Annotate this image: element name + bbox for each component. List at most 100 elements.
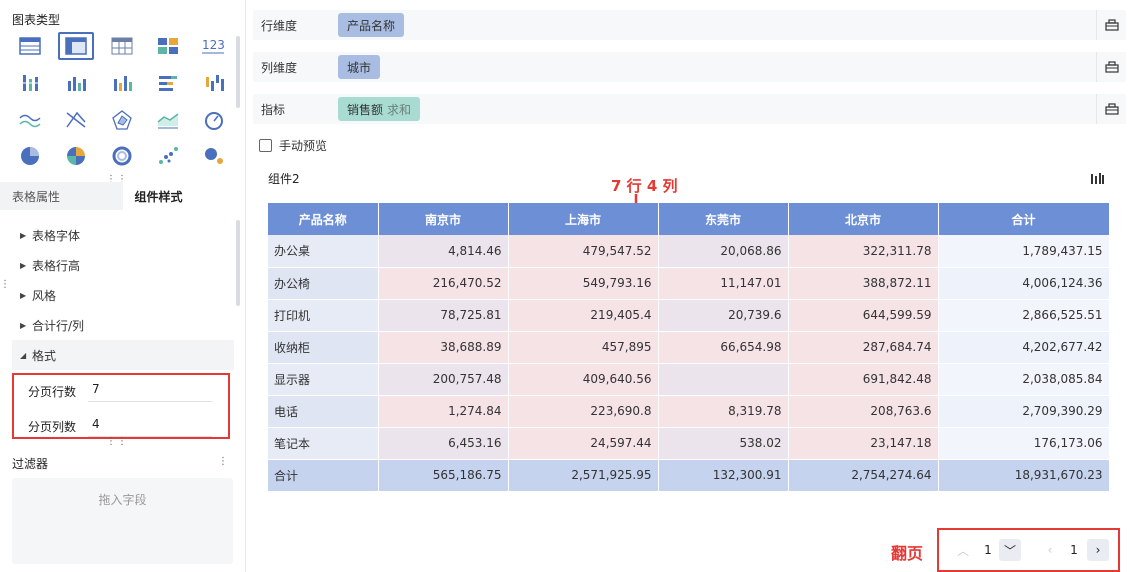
radar-x-icon[interactable] <box>58 106 94 134</box>
row-name-cell: 电话 <box>268 395 379 428</box>
line-chart-icon[interactable] <box>12 106 48 134</box>
header-cell[interactable]: 合计 <box>938 203 1110 235</box>
row-name-cell: 办公椅 <box>268 267 379 300</box>
component-title: 组件2 <box>268 172 300 186</box>
tree-item-row-height[interactable]: ▶ 表格行高 <box>12 250 234 280</box>
measure-name: 销售额 <box>347 102 384 117</box>
detail-table-icon[interactable] <box>104 32 140 60</box>
value-cell: 1,274.84 <box>378 395 509 428</box>
table-row: 办公桌 4,814.46 479,547.52 20,068.86 322,31… <box>268 235 1110 268</box>
value-cell: 4,814.46 <box>378 235 509 268</box>
tab-table-properties[interactable]: 表格属性 <box>0 182 123 210</box>
quadrant-pie-icon[interactable] <box>58 142 94 170</box>
value-cell: 20,739.6 <box>658 299 789 332</box>
page-cols-label: 分页列数 <box>28 420 77 434</box>
column-dimension-label: 列维度 <box>261 61 298 75</box>
value-cell: 11,147.01 <box>658 267 789 300</box>
bubble-icon[interactable] <box>196 142 232 170</box>
pie-icon[interactable] <box>12 142 48 170</box>
value-cell: 200,757.48 <box>378 363 509 396</box>
manual-preview-label: 手动预览 <box>279 139 328 153</box>
header-cell[interactable]: 南京市 <box>378 203 509 235</box>
style-scrollbar[interactable] <box>236 220 240 306</box>
value-cell: 538.02 <box>658 427 789 460</box>
chart-settings-icon[interactable] <box>1090 172 1104 189</box>
clear-field-icon[interactable] <box>1096 52 1126 82</box>
measure-label: 指标 <box>261 103 286 117</box>
chart-grid-scrollbar[interactable] <box>236 36 240 108</box>
card-icon[interactable] <box>150 32 186 60</box>
value-cell <box>658 363 789 396</box>
row-total-cell: 4,006,124.36 <box>938 267 1110 300</box>
stacked-bar-icon[interactable] <box>150 69 186 97</box>
column-dimension-chip[interactable]: 城市 <box>338 55 381 79</box>
side-drag-handle-icon[interactable]: ⋮ <box>0 279 11 290</box>
kpi-number-icon[interactable]: 123 <box>196 32 232 60</box>
row-name-cell: 办公桌 <box>268 235 379 268</box>
row-name-cell: 笔记本 <box>268 427 379 460</box>
column-dimension-bar[interactable]: 列维度 城市 <box>253 52 1126 82</box>
paging-annotation: 翻页 <box>891 544 924 563</box>
tab-component-style[interactable]: 组件样式 <box>122 182 245 210</box>
measure-chip[interactable]: 销售额 求和 <box>338 97 421 121</box>
table-total-row: 合计 565,186.75 2,571,925.95 132,300.91 2,… <box>268 459 1110 492</box>
header-cell[interactable]: 上海市 <box>508 203 659 235</box>
page-rows-input[interactable]: 7 <box>92 382 100 396</box>
value-cell: 409,640.56 <box>508 363 659 396</box>
header-cell[interactable]: 产品名称 <box>268 203 379 235</box>
col-page-prev-icon[interactable]: ‹ <box>1039 539 1061 561</box>
header-cell[interactable]: 东莞市 <box>658 203 789 235</box>
filter-drop-hint: 拖入字段 <box>98 493 147 507</box>
row-page-number[interactable]: 1 <box>977 539 999 561</box>
more-icon[interactable]: ⋮ <box>218 456 229 467</box>
row-page-up-icon[interactable]: ︿ <box>952 539 974 561</box>
total-cell: 2,754,274.64 <box>788 459 939 492</box>
value-cell: 223,690.8 <box>508 395 659 428</box>
clear-field-icon[interactable] <box>1096 94 1126 124</box>
tree-item-label: 格式 <box>32 348 57 363</box>
manual-preview-checkbox[interactable] <box>259 139 272 152</box>
total-cell: 2,571,925.95 <box>508 459 659 492</box>
value-cell: 287,684.74 <box>788 331 939 364</box>
value-cell: 23,147.18 <box>788 427 939 460</box>
main-panel: 行维度 产品名称 列维度 城市 指标 销售额 求和 手动预览 组件2 7 行 4 … <box>247 0 1131 572</box>
column-chart-icon[interactable] <box>58 69 94 97</box>
cross-table-icon[interactable] <box>58 32 94 60</box>
multi-column-icon[interactable] <box>104 69 140 97</box>
manual-preview-toggle[interactable]: 手动预览 <box>259 137 327 154</box>
page-cols-input[interactable]: 4 <box>92 417 100 431</box>
value-cell: 38,688.89 <box>378 331 509 364</box>
gauge-icon[interactable] <box>196 106 232 134</box>
measure-bar[interactable]: 指标 销售额 求和 <box>253 94 1126 124</box>
tree-item-table-font[interactable]: ▶ 表格字体 <box>12 220 234 250</box>
tree-item-format[interactable]: ◢ 格式 <box>12 340 234 370</box>
value-cell: 6,453.16 <box>378 427 509 460</box>
col-page-number[interactable]: 1 <box>1063 539 1085 561</box>
format-settings-highlight: 分页行数 7 分页列数 4 <box>12 373 230 439</box>
tree-item-total[interactable]: ▶ 合计行/列 <box>12 310 234 340</box>
dot-bar-icon[interactable] <box>12 69 48 97</box>
value-cell: 644,599.59 <box>788 299 939 332</box>
total-cell: 132,300.91 <box>658 459 789 492</box>
row-page-down-icon[interactable]: ﹀ <box>999 539 1021 561</box>
col-page-next-icon[interactable]: › <box>1087 539 1109 561</box>
row-total-cell: 2,709,390.29 <box>938 395 1110 428</box>
waterfall-icon[interactable] <box>196 69 232 97</box>
scatter-icon[interactable] <box>150 142 186 170</box>
tree-item-style[interactable]: ▶ 风格 <box>12 280 234 310</box>
row-dimension-bar[interactable]: 行维度 产品名称 <box>253 10 1126 40</box>
value-cell: 20,068.86 <box>658 235 789 268</box>
row-dimension-chip[interactable]: 产品名称 <box>338 13 405 37</box>
value-cell: 208,763.6 <box>788 395 939 428</box>
clear-field-icon[interactable] <box>1096 10 1126 40</box>
resize-handle-icon[interactable]: ⋮⋮ <box>106 436 128 447</box>
value-cell: 216,470.52 <box>378 267 509 300</box>
radar-icon[interactable] <box>104 106 140 134</box>
filter-drop-zone[interactable]: 拖入字段 <box>12 478 233 564</box>
ring-icon[interactable] <box>104 142 140 170</box>
table-icon[interactable] <box>12 32 48 60</box>
header-cell[interactable]: 北京市 <box>788 203 939 235</box>
pivot-table: 产品名称 南京市 上海市 东莞市 北京市 合计 办公桌 4,814.46 479… <box>268 203 1110 492</box>
area-line-icon[interactable] <box>150 106 186 134</box>
filter-title: 过滤器 <box>12 457 49 471</box>
